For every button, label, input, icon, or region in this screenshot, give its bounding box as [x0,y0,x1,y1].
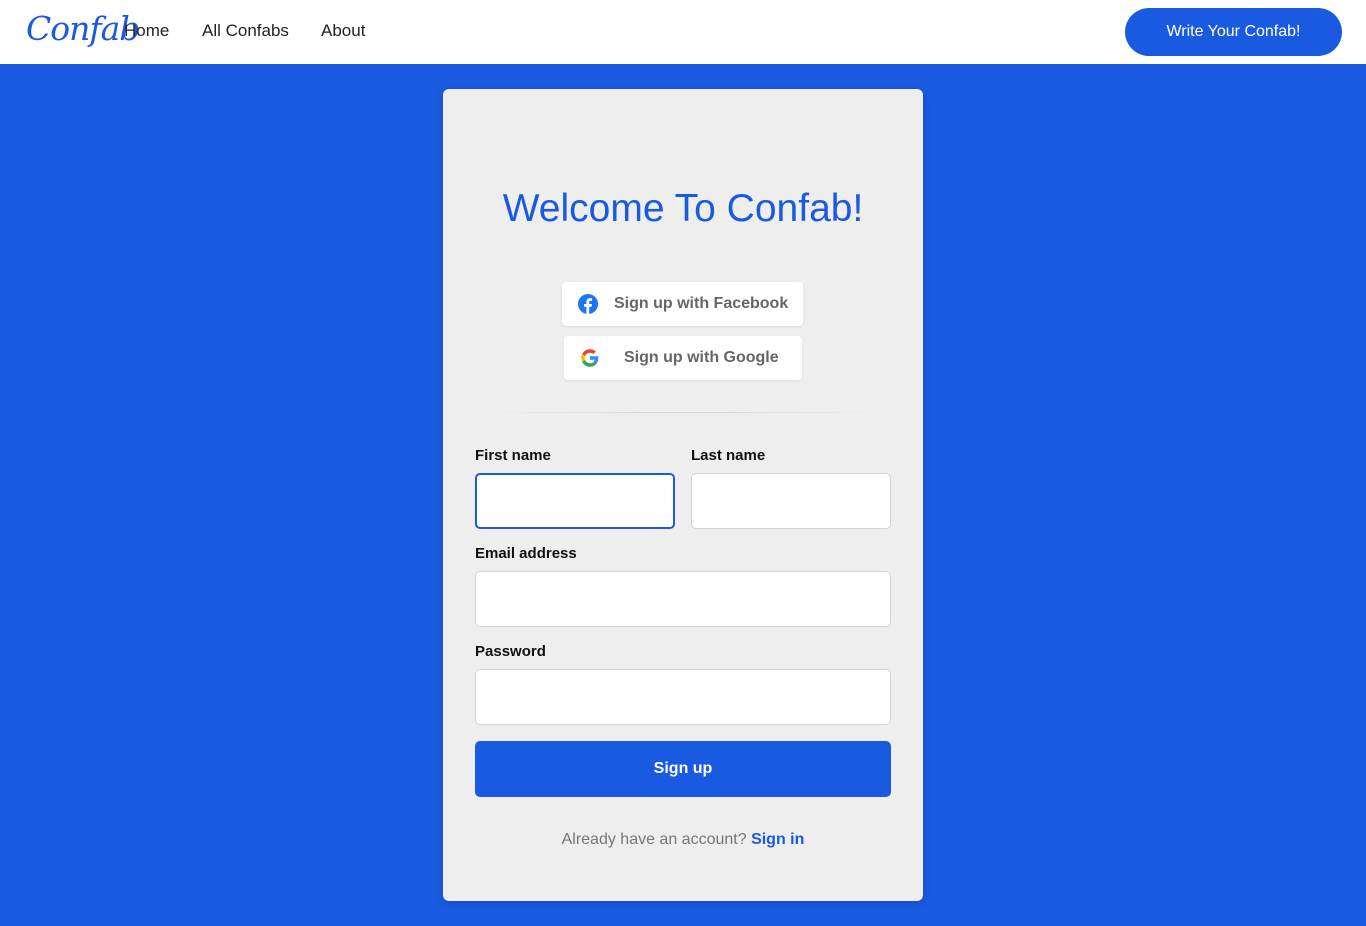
top-navbar: Confab Home All Confabs About Write Your… [0,0,1366,64]
last-name-label: Last name [691,447,766,464]
signin-prompt: Already have an account? Sign in [443,830,923,850]
google-signup-button[interactable]: Sign up with Google [564,336,802,380]
signup-card: Welcome To Confab! Sign up with Facebook… [443,89,923,901]
email-label: Email address [475,545,577,562]
signin-prompt-text: Already have an account? [561,831,747,848]
signin-link[interactable]: Sign in [751,831,804,848]
password-label: Password [475,643,546,660]
google-signup-label: Sign up with Google [624,349,779,366]
first-name-label: First name [475,447,551,464]
signup-button[interactable]: Sign up [475,741,891,797]
divider [475,412,891,413]
facebook-signup-button[interactable]: Sign up with Facebook [562,282,803,326]
confab-logo[interactable]: Confab [26,8,140,50]
nav-home-link[interactable]: Home [124,20,169,42]
first-name-input[interactable] [475,473,675,529]
last-name-input[interactable] [691,473,891,529]
facebook-signup-label: Sign up with Facebook [614,295,789,312]
password-input[interactable] [475,669,891,725]
facebook-icon [578,294,598,314]
email-input[interactable] [475,571,891,627]
nav-about-link[interactable]: About [321,20,365,42]
nav-all-confabs-link[interactable]: All Confabs [202,20,289,42]
page-title: Welcome To Confab! [502,187,864,230]
google-icon [580,348,600,368]
write-confab-button[interactable]: Write Your Confab! [1125,8,1342,56]
